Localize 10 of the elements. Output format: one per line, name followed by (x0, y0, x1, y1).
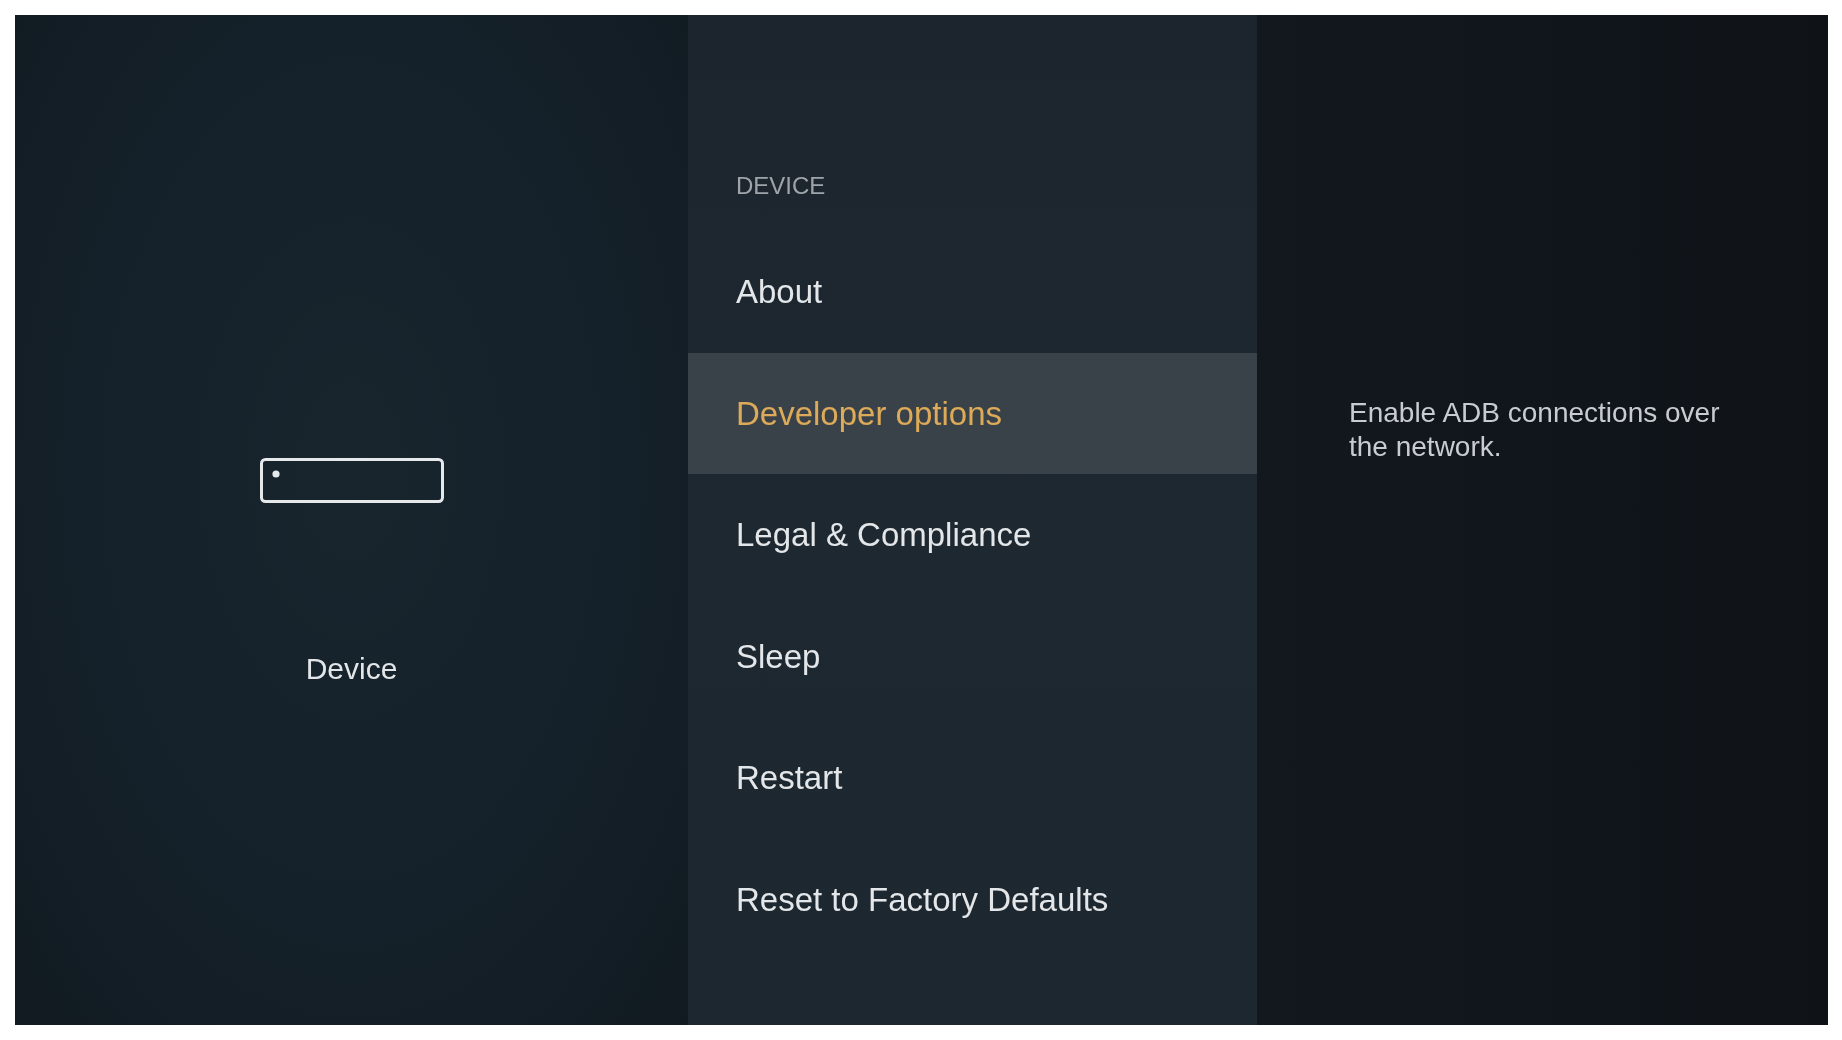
menu-item[interactable]: Legal & Compliance (688, 474, 1257, 596)
menu-item[interactable]: About (688, 231, 1257, 353)
menu-item[interactable]: Reset to Factory Defaults (688, 838, 1257, 960)
section-heading: DEVICE (735, 171, 827, 201)
menu-item[interactable]: Developer options (688, 352, 1257, 474)
category-label: Device (305, 651, 398, 687)
menu-item[interactable]: Sleep (688, 595, 1257, 717)
device-icon (259, 458, 444, 503)
description-text: Enable ADB connections over the network. (1349, 396, 1721, 464)
menu-item[interactable]: Restart (688, 717, 1257, 839)
